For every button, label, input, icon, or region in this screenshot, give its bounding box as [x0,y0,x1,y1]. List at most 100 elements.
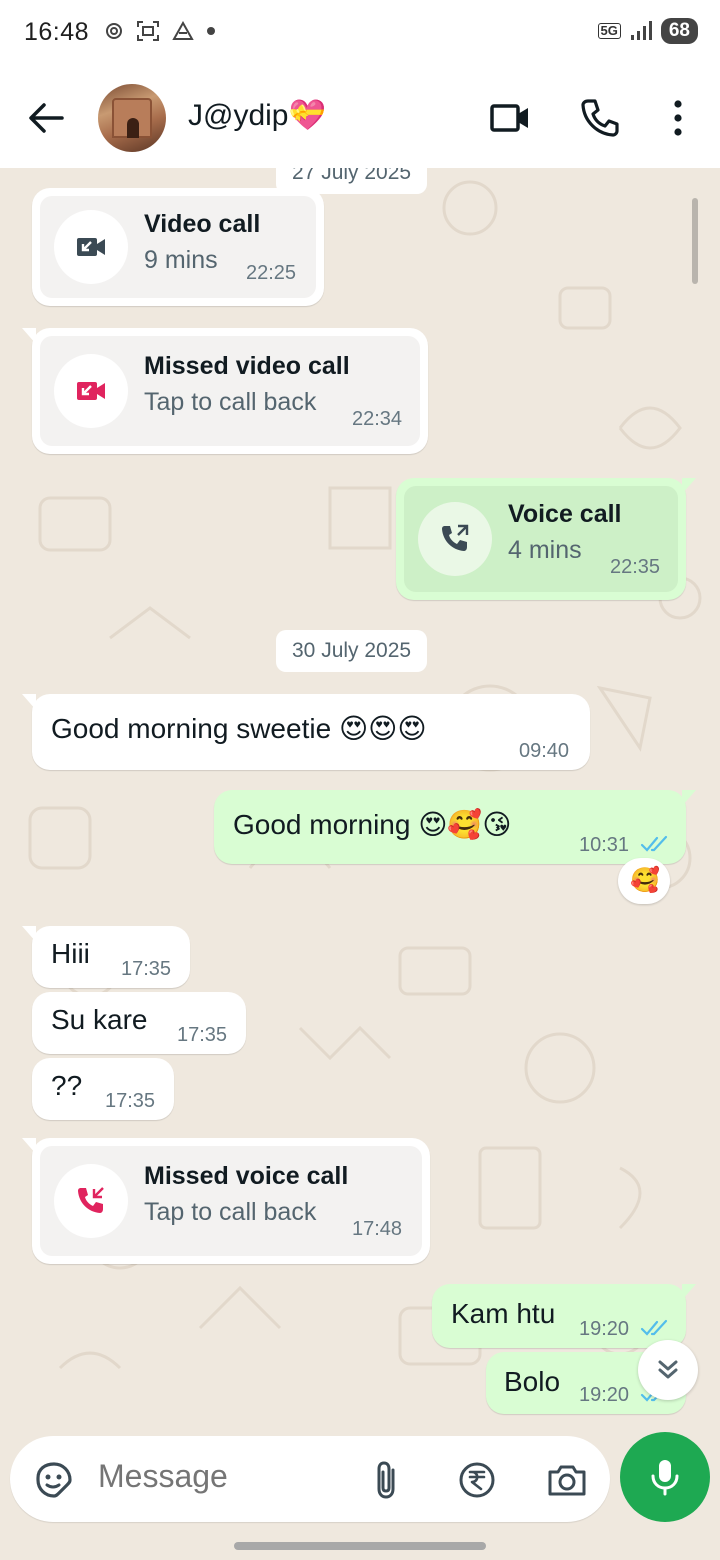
emoji-smiling-hearts: 🥰 [447,809,483,840]
bubble-tail [22,328,36,344]
read-ticks-icon [640,1319,668,1336]
bubble-tail [22,694,36,710]
call-subtitle: 4 mins [508,536,582,564]
mic-button[interactable] [620,1432,710,1522]
status-icons-right: 5G 68 [597,18,698,44]
call-subtitle: Tap to call back [144,388,317,416]
message-time: 17:35 [121,958,172,980]
message-bubble[interactable]: Good morning 😍🥰😘 10:31 [214,790,696,864]
message-bubble[interactable]: Missed voice call Tap to call back 17:48 [22,1138,430,1264]
call-subtitle: Tap to call back [144,1198,317,1226]
video-missed-icon [77,382,105,400]
emoji-heart-eyes: 😍 [338,713,369,744]
avatar-door-shape [127,118,139,138]
message-time: 19:20 [579,1384,630,1406]
message-time: 22:35 [610,556,661,578]
phone-missed-icon [78,1187,104,1213]
dot-icon [207,27,215,35]
message-time: 22:25 [246,262,297,284]
message-text: Su kare [51,1004,148,1035]
message-bubble[interactable]: Missed video call Tap to call back 22:34 [22,328,428,454]
message-text: Good morning sweetie 😍😍😍 [51,712,427,745]
double-chevron-down-icon [658,1360,678,1379]
message-bubble[interactable]: Kam htu 19:20 [432,1284,696,1348]
call-title: Voice call [508,500,622,528]
network-type-label: 5G [597,23,621,39]
message-time: 09:40 [519,740,570,762]
sticker-icon[interactable] [32,1458,76,1502]
call-title: Video call [144,210,261,238]
call-title: Missed video call [144,352,350,380]
call-icon-circle [54,1164,128,1238]
message-time: 17:35 [177,1024,228,1046]
camera-icon[interactable] [545,1458,589,1502]
mic-icon [651,1460,679,1496]
call-title: Missed voice call [144,1162,349,1190]
message-text: Bolo [504,1366,561,1397]
chat-area[interactable]: 27 July 2025 Video call 9 mins 22:25 Mis… [0,168,720,1436]
bubble-tail [682,1284,696,1300]
date-chip: 30 July 2025 [276,630,428,672]
message-bubble[interactable]: ?? 17:35 [32,1058,174,1120]
message-text-content: Good morning [233,809,411,840]
message-time: 17:48 [352,1218,403,1240]
message-text: ?? [51,1070,83,1101]
attach-icon[interactable] [365,1458,409,1502]
message-time: 19:20 [579,1318,630,1340]
message-input[interactable] [98,1458,338,1495]
message-bubble[interactable]: Su kare 17:35 [32,992,246,1054]
call-card[interactable]: Voice call 4 mins 22:35 [404,486,678,592]
bubble-tail [22,926,36,942]
contact-name[interactable]: J@ydip💝 [188,98,326,133]
emoji-heart-eyes: 😍 [418,809,448,840]
bubble-tail [682,790,696,806]
signal-icon [630,21,652,40]
more-vert-icon[interactable] [656,96,700,140]
message-text-content: Good morning sweetie [51,713,332,744]
emoji-kiss: 😘 [482,809,512,840]
drive-icon [172,21,194,40]
video-call-icon[interactable] [488,96,532,140]
back-arrow-icon[interactable] [24,96,68,140]
message-reaction[interactable]: 🥰 [618,858,670,904]
scrollbar[interactable] [692,198,698,284]
message-bubble[interactable]: Video call 9 mins 22:25 [32,188,324,306]
video-incoming-icon [77,238,105,256]
call-subtitle: 9 mins [144,246,218,274]
message-text: Good morning 😍🥰😘 [233,808,512,841]
message-time: 22:34 [352,408,403,430]
nfc-icon [106,23,122,39]
call-card[interactable]: Missed voice call Tap to call back 17:48 [40,1146,422,1256]
battery-indicator: 68 [660,18,698,44]
emoji-heart-eyes: 😍 [368,713,398,744]
phone-outgoing-icon [442,524,469,551]
home-indicator[interactable] [234,1542,486,1550]
reaction-emoji: 🥰 [630,867,660,894]
message-bubble[interactable]: Voice call 4 mins 22:35 [396,478,696,600]
call-card[interactable]: Missed video call Tap to call back 22:34 [40,336,420,446]
message-bubble[interactable]: Hiii 17:35 [22,926,190,988]
call-icon-circle [418,502,492,576]
bubble-tail [22,1138,36,1154]
read-ticks-icon [640,835,668,852]
status-time: 16:48 [24,18,90,46]
screen-capture-icon [137,21,159,41]
message-composer[interactable] [10,1436,610,1522]
call-card[interactable]: Video call 9 mins 22:25 [40,196,316,298]
message-bubble[interactable]: Good morning sweetie 😍😍😍 09:40 [22,694,590,770]
status-icons-left [104,20,216,42]
avatar[interactable] [98,84,166,152]
bubble-tail [682,478,696,494]
message-text: Kam htu [451,1298,556,1329]
emoji-heart-eyes: 😍 [397,713,427,744]
status-bar: 16:48 5G 68 [0,0,720,68]
message-time: 17:35 [105,1090,156,1112]
rupee-icon[interactable] [455,1458,499,1502]
message-text: Hiii [51,938,90,969]
call-icon-circle [54,354,128,428]
phone-icon[interactable] [578,96,622,140]
chat-header: J@ydip💝 [0,68,720,168]
message-time: 10:31 [579,834,630,856]
scroll-to-bottom-button[interactable] [638,1340,698,1400]
call-icon-circle [54,210,128,284]
